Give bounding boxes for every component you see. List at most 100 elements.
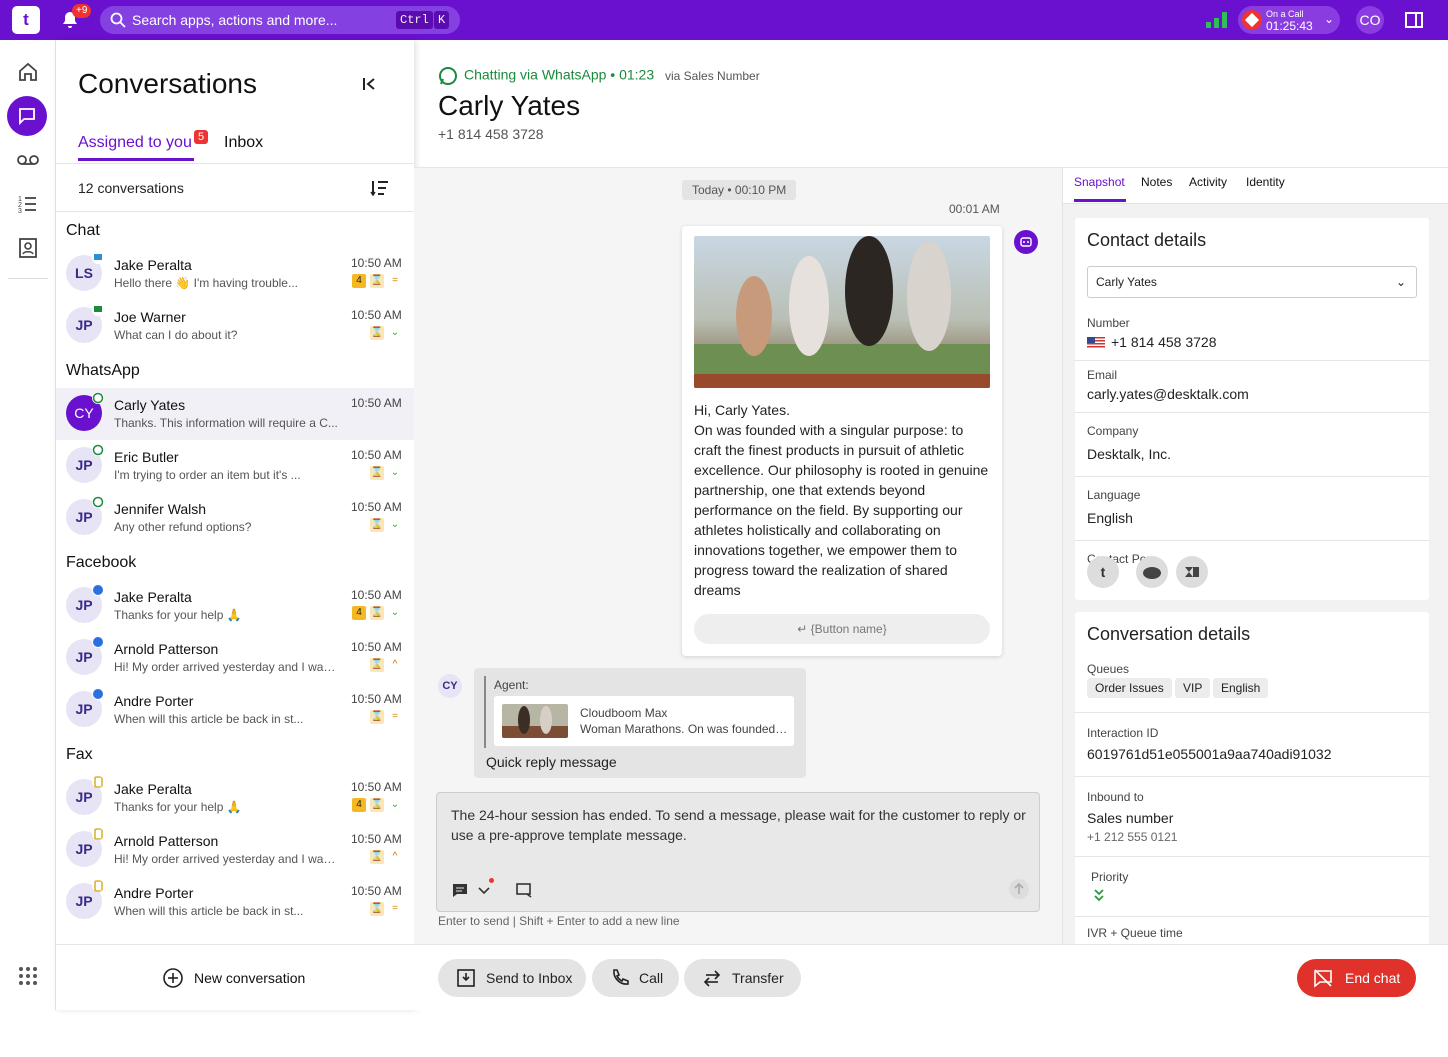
talkdesk-pop-button[interactable]: t bbox=[1087, 556, 1119, 588]
search-input[interactable]: Search apps, actions and more... Ctrl K bbox=[100, 6, 460, 34]
call-button[interactable]: Call bbox=[592, 959, 679, 997]
contact-select[interactable]: Carly Yates ⌄ bbox=[1087, 266, 1417, 298]
user-avatar[interactable]: CO bbox=[1356, 6, 1384, 34]
divider bbox=[1075, 412, 1429, 413]
hourglass-icon: ⌛ bbox=[370, 466, 384, 480]
send-button[interactable] bbox=[1009, 879, 1029, 899]
hourglass-icon: ⌛ bbox=[370, 902, 384, 916]
send-to-inbox-button[interactable]: Send to Inbox bbox=[438, 959, 586, 997]
conversation-row[interactable]: JP Eric Butler I'm trying to order an it… bbox=[56, 440, 414, 492]
message-preview: What can I do about it? bbox=[114, 328, 238, 342]
message-preview: Hello there 👋 I'm having trouble... bbox=[114, 276, 298, 290]
contact-name: Arnold Patterson bbox=[114, 641, 219, 657]
contact-name: Eric Butler bbox=[114, 449, 179, 465]
app-logo[interactable]: t bbox=[12, 6, 40, 34]
athletes-image bbox=[694, 236, 990, 388]
nav-conversations[interactable] bbox=[7, 96, 47, 136]
tab-assigned-to-you[interactable]: Assigned to you bbox=[78, 134, 192, 152]
conversation-count: 12 conversations bbox=[78, 180, 184, 196]
message-type-icon[interactable] bbox=[451, 881, 469, 899]
transfer-icon bbox=[703, 970, 721, 987]
whatsapp-icon bbox=[92, 496, 104, 508]
call-status-label: On a Call bbox=[1266, 9, 1304, 19]
conversation-row[interactable]: JP Jennifer Walsh Any other refund optio… bbox=[56, 492, 414, 544]
template-icon[interactable] bbox=[515, 881, 533, 899]
message-composer[interactable]: The 24-hour session has ended. To send a… bbox=[436, 792, 1040, 912]
email-label: Email bbox=[1087, 368, 1118, 382]
hourglass-icon: ⌛ bbox=[370, 850, 384, 864]
section-fax: Fax bbox=[66, 746, 93, 763]
conversation-row[interactable]: JP Arnold Patterson Hi! My order arrived… bbox=[56, 824, 414, 876]
quoted-thumbnail bbox=[502, 704, 568, 738]
chevron-down-icon: ⌄ bbox=[1324, 12, 1335, 26]
side-panel-icon[interactable] bbox=[1404, 10, 1424, 30]
template-cta-button[interactable]: ↵ {Button name} bbox=[694, 614, 990, 644]
conversation-row[interactable]: JP Joe Warner What can I do about it? 10… bbox=[56, 300, 414, 352]
contact-number: +1 814 458 3728 bbox=[438, 126, 544, 142]
conversation-row[interactable]: LS Jake Peralta Hello there 👋 I'm having… bbox=[56, 248, 414, 300]
cloud-icon bbox=[1143, 567, 1161, 579]
customer-message: Agent: Cloudboom Max Woman Marathons. On… bbox=[474, 668, 806, 778]
svg-text:3: 3 bbox=[18, 208, 22, 215]
contacts-icon[interactable] bbox=[16, 236, 40, 260]
call-indicator-icon bbox=[1242, 10, 1262, 30]
search-placeholder: Search apps, actions and more... bbox=[132, 12, 338, 28]
voicemail-icon[interactable] bbox=[16, 148, 40, 172]
zendesk-icon bbox=[1185, 567, 1199, 577]
transfer-button[interactable]: Transfer bbox=[684, 959, 801, 997]
sort-icon[interactable] bbox=[370, 178, 390, 198]
quote-bar bbox=[484, 676, 486, 748]
chat-transcript[interactable]: Today • 00:10 PM 00:01 AM Hi, Carly Yate… bbox=[414, 168, 1062, 944]
call-label: Call bbox=[639, 970, 664, 986]
hourglass-icon: ⌛ bbox=[370, 326, 384, 340]
message-preview: When will this article be back in st... bbox=[114, 712, 304, 726]
conversation-row[interactable]: JP Arnold Patterson Hi! My order arrived… bbox=[56, 632, 414, 684]
end-chat-icon bbox=[1314, 969, 1332, 988]
conversation-row[interactable]: JP Andre Porter When will this article b… bbox=[56, 876, 414, 928]
conversation-row[interactable]: JP Andre Porter When will this article b… bbox=[56, 684, 414, 736]
quoted-title: Cloudboom Max bbox=[580, 706, 668, 720]
email-value[interactable]: carly.yates@desktalk.com bbox=[1087, 386, 1249, 402]
list-icon[interactable]: 123 bbox=[16, 192, 40, 216]
zendesk-pop-button[interactable] bbox=[1176, 556, 1208, 588]
end-chat-button[interactable]: End chat bbox=[1297, 959, 1416, 997]
timestamp: 10:50 AM bbox=[351, 500, 402, 514]
notifications-badge: +9 bbox=[72, 4, 92, 18]
tab-inbox[interactable]: Inbox bbox=[224, 134, 263, 152]
contact-name: Andre Porter bbox=[114, 693, 194, 709]
arrow-up-icon bbox=[1014, 882, 1024, 894]
divider bbox=[1075, 776, 1429, 777]
quick-reply-text: Quick reply message bbox=[486, 754, 617, 770]
priority-high-icon: ^ bbox=[392, 659, 398, 670]
quoted-message[interactable]: Cloudboom Max Woman Marathons. On was fo… bbox=[494, 696, 794, 746]
assigned-count-badge: 5 bbox=[194, 130, 209, 144]
tab-identity[interactable]: Identity bbox=[1246, 175, 1285, 189]
tab-notes[interactable]: Notes bbox=[1141, 175, 1172, 189]
salesforce-pop-button[interactable] bbox=[1136, 556, 1168, 588]
chat-channel-icon bbox=[92, 252, 104, 264]
collapse-panel-icon[interactable] bbox=[362, 76, 378, 92]
chevron-down-icon[interactable] bbox=[475, 881, 493, 899]
quoted-subtitle: Woman Marathons. On was founded with a s… bbox=[580, 722, 788, 736]
home-icon[interactable] bbox=[16, 60, 40, 84]
bot-icon bbox=[1020, 237, 1032, 247]
new-conversation-button[interactable]: New conversation bbox=[56, 944, 414, 1010]
whatsapp-icon bbox=[92, 392, 104, 404]
send-to-inbox-label: Send to Inbox bbox=[486, 970, 573, 986]
messenger-icon bbox=[92, 688, 104, 700]
tab-activity[interactable]: Activity bbox=[1189, 175, 1227, 189]
divider bbox=[1075, 360, 1429, 361]
fax-icon bbox=[92, 828, 104, 840]
tab-snapshot[interactable]: Snapshot bbox=[1074, 175, 1125, 189]
conversation-row[interactable]: JP Jake Peralta Thanks for your help 🙏 1… bbox=[56, 580, 414, 632]
conversation-row[interactable]: JP Jake Peralta Thanks for your help 🙏 1… bbox=[56, 772, 414, 824]
divider bbox=[56, 211, 414, 212]
conversation-row-selected[interactable]: CY Carly Yates Thanks. This information … bbox=[56, 388, 414, 440]
queue-tag: English bbox=[1213, 678, 1269, 698]
message-preview: I'm trying to order an item but it's ... bbox=[114, 468, 301, 482]
company-value: Desktalk, Inc. bbox=[1087, 446, 1172, 462]
left-nav: 123 bbox=[0, 40, 56, 1010]
contact-name: Jake Peralta bbox=[114, 257, 192, 273]
apps-grid-icon[interactable] bbox=[18, 966, 38, 986]
call-status-pill[interactable]: On a Call 01:25:43 ⌄ bbox=[1238, 6, 1340, 34]
